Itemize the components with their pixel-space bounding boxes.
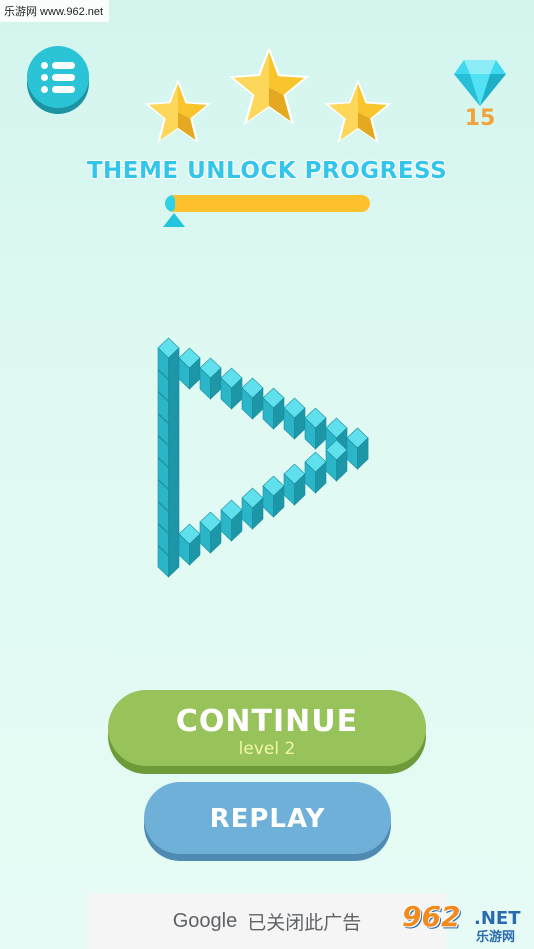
- progress-title: THEME UNLOCK PROGRESS: [86, 158, 448, 184]
- progress-marker-icon: [163, 213, 185, 227]
- replay-button[interactable]: REPLAY: [144, 782, 391, 854]
- star-icon: [324, 79, 392, 143]
- star-rating: [140, 40, 396, 150]
- progress-fill: [165, 195, 176, 212]
- progress-bar: [165, 195, 370, 212]
- star-icon: [228, 46, 310, 125]
- puzzle-shape: [157, 337, 369, 578]
- ad-brand: Google: [172, 909, 238, 932]
- ad-banner[interactable]: Google 已关闭此广告: [88, 893, 446, 949]
- menu-button[interactable]: [27, 46, 89, 108]
- site-logo-watermark: 962 .NET 乐游网: [402, 900, 521, 945]
- next-level-label: level 2: [238, 739, 296, 759]
- ad-closed-text: 已关闭此广告: [247, 911, 362, 934]
- list-icon: [41, 61, 75, 69]
- diamond-icon: [454, 60, 506, 106]
- continue-label: CONTINUE: [175, 704, 359, 739]
- gem-count: 15: [464, 106, 496, 131]
- site-watermark: 乐游网 www.962.net: [0, 0, 110, 22]
- continue-button[interactable]: CONTINUE level 2: [108, 690, 426, 766]
- replay-label: REPLAY: [209, 804, 326, 834]
- star-icon: [144, 79, 212, 143]
